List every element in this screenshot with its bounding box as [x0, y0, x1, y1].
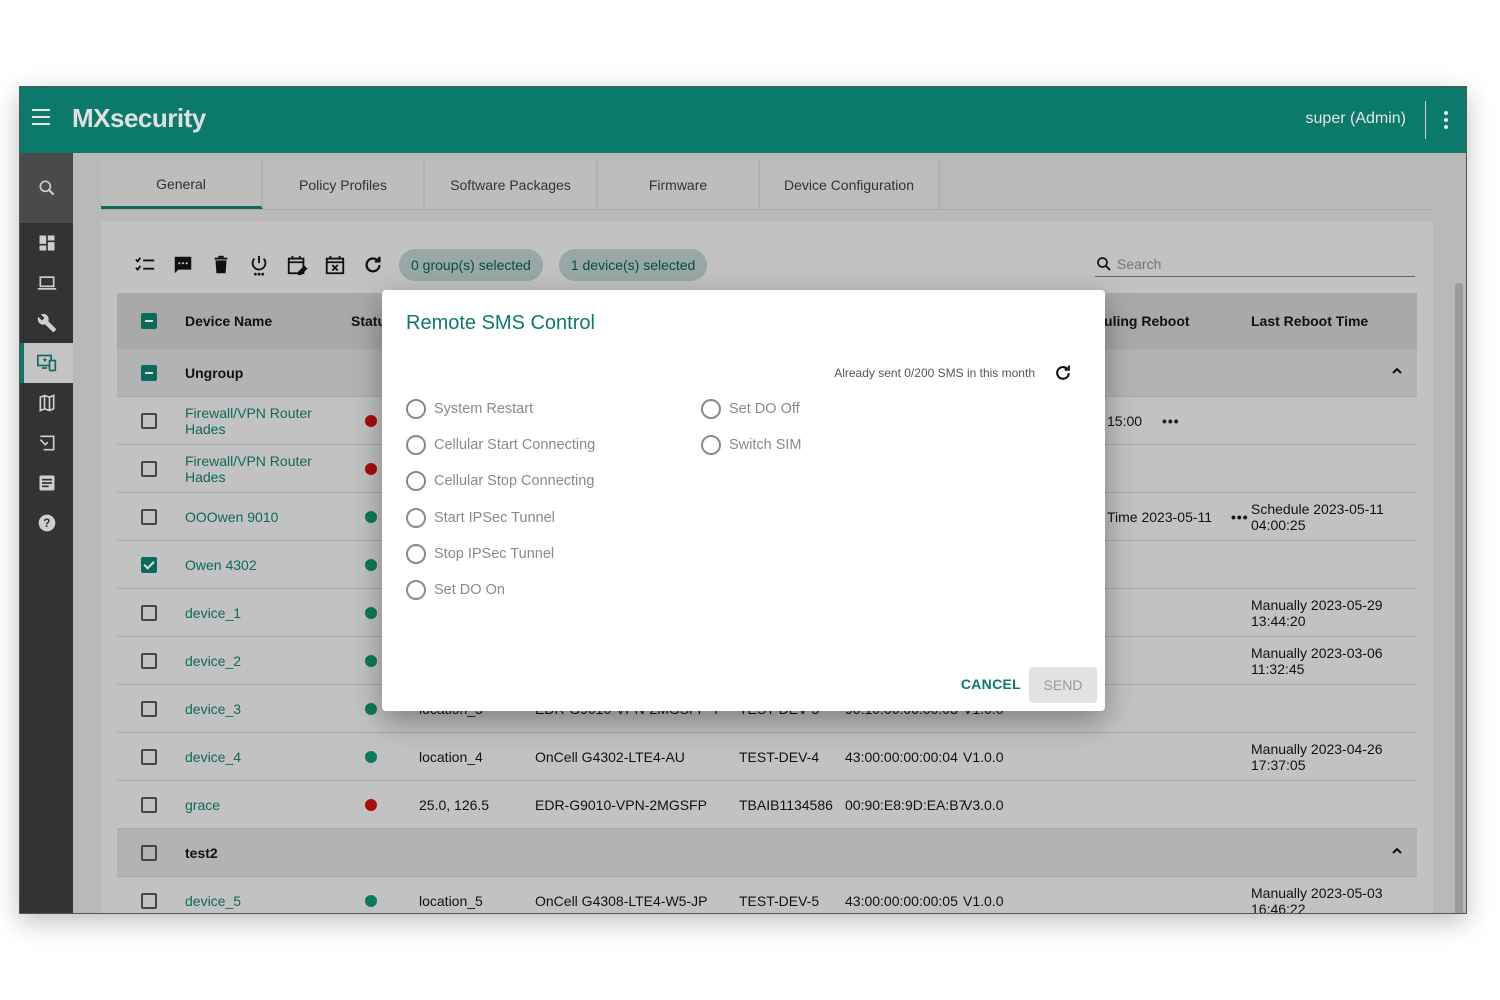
- radio-circle[interactable]: [406, 580, 426, 600]
- radio-label: Cellular Stop Connecting: [434, 473, 595, 490]
- radio-circle[interactable]: [406, 471, 426, 492]
- sms-option-radio[interactable]: Set DO On: [406, 580, 505, 600]
- cancel-button[interactable]: CANCEL: [961, 676, 1021, 692]
- radio-circle[interactable]: [406, 507, 426, 528]
- sms-option-radio[interactable]: Cellular Start Connecting: [406, 435, 596, 456]
- radio-circle[interactable]: [406, 399, 426, 419]
- remote-sms-dialog: Remote SMS Control Already sent 0/200 SM…: [382, 290, 1105, 711]
- send-button[interactable]: SEND: [1029, 667, 1097, 703]
- radio-label: System Restart: [434, 401, 534, 417]
- radio-label: Start IPSec Tunnel: [434, 509, 555, 526]
- radio-circle[interactable]: [701, 399, 721, 419]
- sms-option-radio[interactable]: Switch SIM: [701, 435, 802, 456]
- refresh-icon[interactable]: [1053, 363, 1073, 383]
- radio-circle[interactable]: [406, 543, 426, 564]
- sms-option-radio[interactable]: Start IPSec Tunnel: [406, 507, 555, 528]
- radio-label: Cellular Start Connecting: [434, 437, 596, 454]
- radio-label: Set DO Off: [729, 401, 800, 417]
- sms-option-radio[interactable]: Stop IPSec Tunnel: [406, 543, 555, 564]
- sms-option-radio[interactable]: Set DO Off: [701, 399, 800, 419]
- dialog-title: Remote SMS Control: [406, 312, 595, 334]
- radio-label: Switch SIM: [729, 437, 802, 454]
- sms-option-radio[interactable]: Cellular Stop Connecting: [406, 471, 595, 492]
- radio-circle[interactable]: [406, 435, 426, 456]
- radio-label: Set DO On: [434, 582, 505, 598]
- sms-option-radio[interactable]: System Restart: [406, 399, 533, 419]
- radio-label: Stop IPSec Tunnel: [434, 545, 555, 562]
- radio-circle[interactable]: [701, 435, 721, 456]
- sms-count-label: Already sent 0/200 SMS in this month: [834, 366, 1035, 380]
